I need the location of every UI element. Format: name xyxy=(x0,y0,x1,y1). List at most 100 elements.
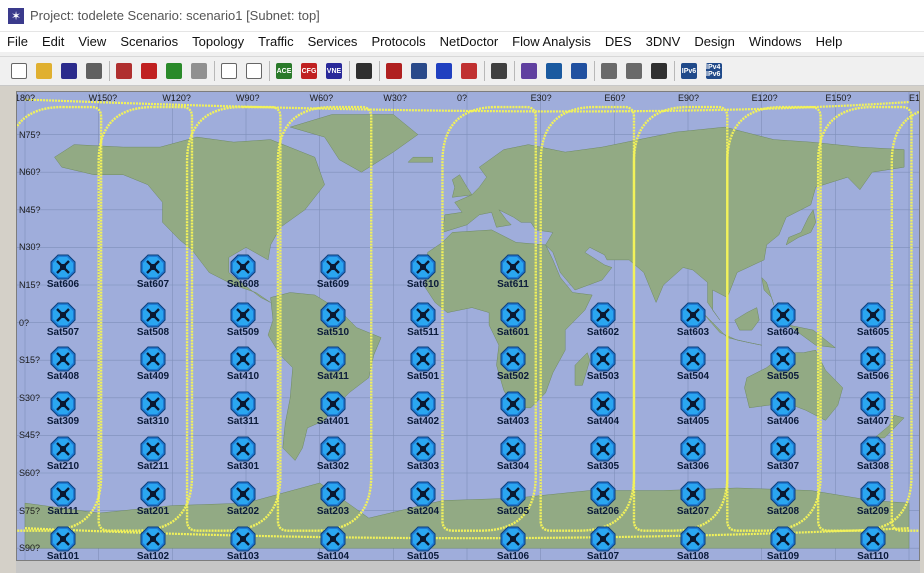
satellite-node[interactable]: Sat111 xyxy=(43,481,83,517)
satellite-node[interactable]: Sat206 xyxy=(583,481,623,517)
satellite-node[interactable]: Sat601 xyxy=(493,302,533,338)
menu-netdoctor[interactable]: NetDoctor xyxy=(433,32,506,52)
satellite-node[interactable]: Sat604 xyxy=(763,302,803,338)
menu-protocols[interactable]: Protocols xyxy=(364,32,432,52)
menu-design[interactable]: Design xyxy=(687,32,741,52)
satellite-node[interactable]: Sat505 xyxy=(763,346,803,382)
cfg-button[interactable]: CFG xyxy=(299,61,319,81)
satellite-node[interactable]: Sat608 xyxy=(223,254,263,290)
menu-des[interactable]: DES xyxy=(598,32,639,52)
satellite-node[interactable]: Sat207 xyxy=(673,481,713,517)
menu-windows[interactable]: Windows xyxy=(742,32,809,52)
satellite-node[interactable]: Sat309 xyxy=(43,391,83,427)
satellite-node[interactable]: Sat302 xyxy=(313,436,353,472)
satellite-node[interactable]: Sat408 xyxy=(43,346,83,382)
menu-file[interactable]: File xyxy=(0,32,35,52)
satellite-node[interactable]: Sat102 xyxy=(133,526,173,560)
fail-node-button[interactable] xyxy=(139,61,159,81)
satellite-node[interactable]: Sat308 xyxy=(853,436,893,472)
menu-3dnv[interactable]: 3DNV xyxy=(639,32,688,52)
satellite-node[interactable]: Sat411 xyxy=(313,346,353,382)
satellite-node[interactable]: Sat403 xyxy=(493,391,533,427)
satellite-node[interactable]: Sat305 xyxy=(583,436,623,472)
satellite-node[interactable]: Sat104 xyxy=(313,526,353,560)
ipv4-ipv6-button[interactable]: IPv4 IPv6 xyxy=(704,61,724,81)
menu-topology[interactable]: Topology xyxy=(185,32,251,52)
world-map[interactable]: 180? W150? W120? W90? W60? W30? 0? E30? E60? E90?… xyxy=(16,91,920,561)
recover-node-button[interactable] xyxy=(164,61,184,81)
info-button[interactable] xyxy=(649,61,669,81)
save-button[interactable] xyxy=(59,61,79,81)
view-results-button[interactable] xyxy=(409,61,429,81)
open-folder-button[interactable] xyxy=(34,61,54,81)
satellite-node[interactable]: Sat311 xyxy=(223,391,263,427)
satellite-node[interactable]: Sat405 xyxy=(673,391,713,427)
satellite-node[interactable]: Sat108 xyxy=(673,526,713,560)
satellite-node[interactable]: Sat310 xyxy=(133,391,173,427)
reports-button[interactable] xyxy=(599,61,619,81)
failure-impact-button[interactable] xyxy=(459,61,479,81)
location-pin-button[interactable] xyxy=(189,61,209,81)
satellite-node[interactable]: Sat106 xyxy=(493,526,533,560)
satellite-node[interactable]: Sat101 xyxy=(43,526,83,560)
satellite-node[interactable]: Sat605 xyxy=(853,302,893,338)
satellite-node[interactable]: Sat511 xyxy=(403,302,443,338)
satellite-node[interactable]: Sat609 xyxy=(313,254,353,290)
satellite-node[interactable]: Sat410 xyxy=(223,346,263,382)
graph-button[interactable] xyxy=(624,61,644,81)
satellite-node[interactable]: Sat303 xyxy=(403,436,443,472)
satellite-node[interactable]: Sat610 xyxy=(403,254,443,290)
satellite-node[interactable]: Sat502 xyxy=(493,346,533,382)
satellite-node[interactable]: Sat306 xyxy=(673,436,713,472)
new-button[interactable] xyxy=(9,61,29,81)
satellite-node[interactable]: Sat210 xyxy=(43,436,83,472)
menu-services[interactable]: Services xyxy=(301,32,365,52)
satellite-node[interactable]: Sat401 xyxy=(313,391,353,427)
menu-flow-analysis[interactable]: Flow Analysis xyxy=(505,32,598,52)
zoom-out-button[interactable] xyxy=(244,61,264,81)
satellite-node[interactable]: Sat201 xyxy=(133,481,173,517)
satellite-node[interactable]: Sat611 xyxy=(493,254,533,290)
menu-help[interactable]: Help xyxy=(809,32,850,52)
zoom-in-button[interactable] xyxy=(219,61,239,81)
menu-traffic[interactable]: Traffic xyxy=(251,32,300,52)
vne-button[interactable]: VNE xyxy=(324,61,344,81)
menu-scenarios[interactable]: Scenarios xyxy=(113,32,185,52)
satellite-node[interactable]: Sat409 xyxy=(133,346,173,382)
satellite-node[interactable]: Sat508 xyxy=(133,302,173,338)
satellite-node[interactable]: Sat607 xyxy=(133,254,173,290)
satellite-node[interactable]: Sat506 xyxy=(853,346,893,382)
satellite-node[interactable]: Sat602 xyxy=(583,302,623,338)
satellite-node[interactable]: Sat507 xyxy=(43,302,83,338)
routing-button[interactable] xyxy=(544,61,564,81)
object-palette-button[interactable] xyxy=(114,61,134,81)
satellite-node[interactable]: Sat205 xyxy=(493,481,533,517)
network-button[interactable] xyxy=(519,61,539,81)
menu-edit[interactable]: Edit xyxy=(35,32,71,52)
satellite-node[interactable]: Sat109 xyxy=(763,526,803,560)
satellite-node[interactable]: Sat406 xyxy=(763,391,803,427)
hide-graphs-button[interactable] xyxy=(489,61,509,81)
satellite-node[interactable]: Sat204 xyxy=(403,481,443,517)
satellite-node[interactable]: Sat501 xyxy=(403,346,443,382)
satellite-node[interactable]: Sat203 xyxy=(313,481,353,517)
print-button[interactable] xyxy=(84,61,104,81)
satellite-node[interactable]: Sat209 xyxy=(853,481,893,517)
satellite-node[interactable]: Sat404 xyxy=(583,391,623,427)
satellite-node[interactable]: Sat105 xyxy=(403,526,443,560)
satellite-node[interactable]: Sat304 xyxy=(493,436,533,472)
traffic-light-button[interactable] xyxy=(354,61,374,81)
link-topology-button[interactable] xyxy=(434,61,454,81)
satellite-node[interactable]: Sat503 xyxy=(583,346,623,382)
satellite-node[interactable]: Sat307 xyxy=(763,436,803,472)
satellite-node[interactable]: Sat110 xyxy=(853,526,893,560)
satellite-node[interactable]: Sat504 xyxy=(673,346,713,382)
menu-view[interactable]: View xyxy=(71,32,113,52)
satellite-node[interactable]: Sat301 xyxy=(223,436,263,472)
satellite-node[interactable]: Sat407 xyxy=(853,391,893,427)
satellite-node[interactable]: Sat603 xyxy=(673,302,713,338)
satellite-node[interactable]: Sat211 xyxy=(133,436,173,472)
device-button[interactable] xyxy=(569,61,589,81)
satellite-node[interactable]: Sat606 xyxy=(43,254,83,290)
ace-button[interactable]: ACE xyxy=(274,61,294,81)
